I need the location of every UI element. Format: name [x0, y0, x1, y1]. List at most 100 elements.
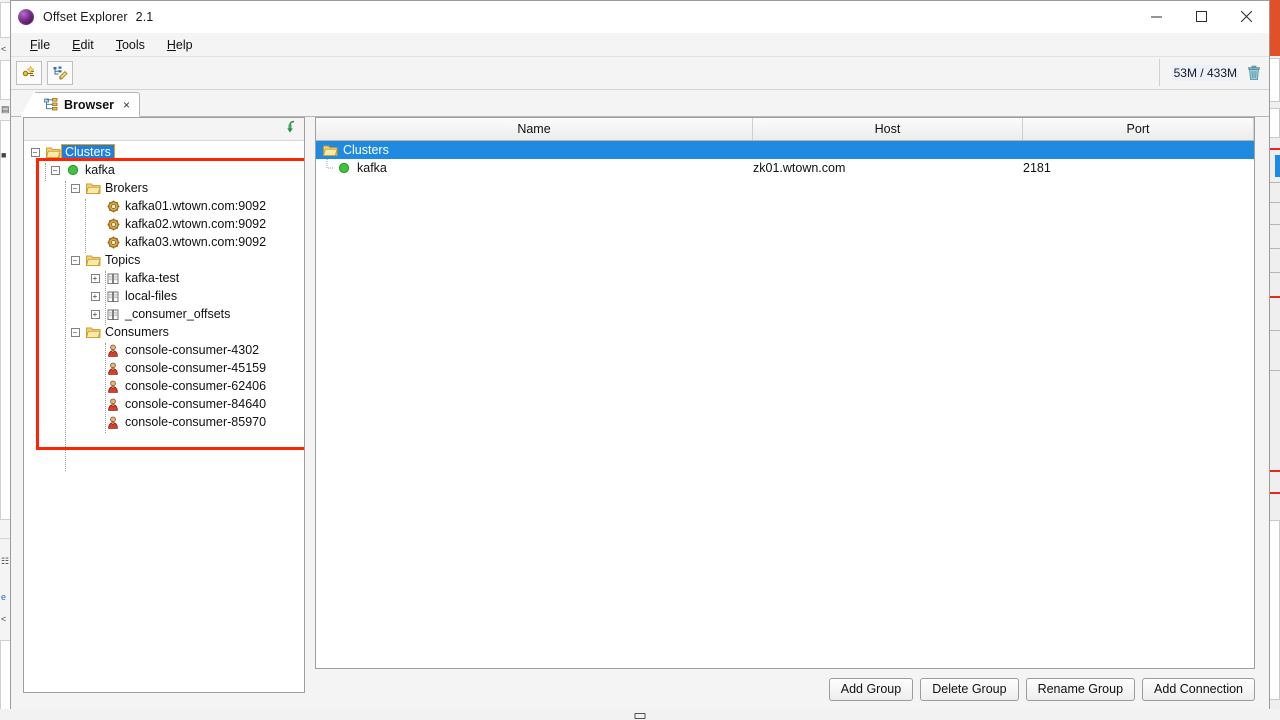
tab-strip: Browser × [11, 90, 1269, 117]
expander-brokers[interactable]: − [66, 179, 84, 197]
gear-icon [104, 218, 122, 231]
menu-item-file-label: ile [37, 37, 51, 52]
taskbar-window-button[interactable] [632, 710, 648, 720]
tree-item-topic-kafka-test[interactable]: + kafka-test [24, 269, 304, 287]
row-tree-connector [322, 159, 336, 177]
tree-leaf-connector [86, 395, 104, 413]
screen: < ▤ ■ ☷ e < Offset Explorer 2.1 File Edi… [0, 0, 1280, 720]
folder-open-icon [44, 146, 62, 159]
tab-close-icon[interactable]: × [123, 99, 130, 111]
expander-kafka[interactable]: − [46, 161, 64, 179]
tree-leaf-connector [86, 233, 104, 251]
title-bar: Offset Explorer 2.1 [11, 1, 1269, 33]
expander-topic-kafka-test[interactable]: + [86, 269, 104, 287]
tree-item-broker-1[interactable]: kafka01.wtown.com:9092 [24, 197, 304, 215]
tree-leaf-connector [86, 413, 104, 431]
expander-topics[interactable]: − [66, 251, 84, 269]
column-header-name[interactable]: Name [316, 118, 753, 140]
window-controls [1134, 1, 1269, 32]
tree-item-topic-local-files[interactable]: + local-files [24, 287, 304, 305]
green-circle-icon [336, 162, 352, 174]
tree-item-consumer-5[interactable]: console-consumer-85970 [24, 413, 304, 431]
expander-clusters[interactable]: − [26, 143, 44, 161]
consumer-person-icon [104, 380, 122, 393]
tree-item-consumer-3-label: console-consumer-62406 [125, 379, 267, 393]
tree-item-topic-consumer-offsets[interactable]: + _consumer_offsets [24, 305, 304, 323]
consumer-person-icon [104, 362, 122, 375]
collapse-all-green-arrow-icon[interactable] [285, 119, 301, 140]
rename-group-button[interactable]: Rename Group [1025, 677, 1136, 701]
tree-item-topic-kafka-test-label: kafka-test [125, 271, 180, 285]
consumer-person-icon [104, 344, 122, 357]
gear-icon [104, 236, 122, 249]
tree-item-consumers[interactable]: − Consumers [24, 323, 304, 341]
tree-leaf-connector [86, 359, 104, 377]
tab-browser[interactable]: Browser × [20, 91, 141, 117]
tree-item-broker-3[interactable]: kafka03.wtown.com:9092 [24, 233, 304, 251]
connection-plug-icon [22, 65, 35, 77]
edit-properties-toolbar-button[interactable] [47, 61, 73, 85]
tree-item-topic-consumer-offsets-label: _consumer_offsets [125, 307, 231, 321]
expander-consumers[interactable]: − [66, 323, 84, 341]
tree-item-clusters[interactable]: − Clusters [24, 143, 304, 161]
gear-icon [104, 200, 122, 213]
column-header-port[interactable]: Port [1023, 118, 1254, 140]
tree-item-consumer-2-label: console-consumer-45159 [125, 361, 267, 375]
folder-open-icon [322, 144, 338, 157]
table-header-row: Name Host Port [316, 118, 1254, 141]
table-cell-name: kafka [357, 161, 387, 175]
menu-item-file[interactable]: File [19, 36, 61, 54]
tree-item-topics[interactable]: − Topics [24, 251, 304, 269]
cluster-tree-panel: − Clusters − kafka − Brokers kafka01.wto… [23, 117, 305, 693]
tree-item-broker-2[interactable]: kafka02.wtown.com:9092 [24, 215, 304, 233]
tree-item-consumer-4-label: console-consumer-84640 [125, 397, 267, 411]
tree-item-consumer-3[interactable]: console-consumer-62406 [24, 377, 304, 395]
add-connection-toolbar-button[interactable] [16, 61, 42, 85]
tree-leaf-connector [86, 215, 104, 233]
tree-item-kafka-label: kafka [85, 163, 115, 177]
menu-item-edit-label: dit [80, 37, 94, 52]
application-window: Offset Explorer 2.1 File Edit Tools Help [10, 0, 1270, 710]
expander-topic-local-files[interactable]: + [86, 287, 104, 305]
tree-pencil-icon [53, 66, 68, 80]
column-header-host[interactable]: Host [753, 118, 1023, 140]
tree-item-brokers-label: Brokers [105, 181, 149, 195]
tree-item-consumer-2[interactable]: console-consumer-45159 [24, 359, 304, 377]
tree-item-kafka[interactable]: − kafka [24, 161, 304, 179]
add-group-button[interactable]: Add Group [828, 677, 914, 701]
maximize-button[interactable] [1179, 1, 1224, 32]
menu-item-help[interactable]: Help [156, 36, 204, 54]
panel-sash[interactable] [305, 117, 315, 709]
close-button[interactable] [1224, 1, 1269, 32]
table-cell-host: zk01.wtown.com [753, 161, 846, 175]
tree-item-broker-3-label: kafka03.wtown.com:9092 [125, 235, 267, 249]
expander-topic-consumer-offsets[interactable]: + [86, 305, 104, 323]
memory-indicator[interactable]: 53M / 433M [1158, 59, 1265, 86]
tree-item-broker-1-label: kafka01.wtown.com:9092 [125, 199, 267, 213]
tree-leaf-connector [86, 341, 104, 359]
table-row[interactable]: kafka zk01.wtown.com 2181 [316, 159, 1254, 177]
table-row[interactable]: Clusters [316, 141, 1254, 159]
toolbar: 53M / 433M [11, 57, 1269, 90]
tab-browser-label: Browser [64, 97, 115, 112]
tree-scroll-area[interactable]: − Clusters − kafka − Brokers kafka01.wto… [24, 141, 304, 692]
table-cell-port: 2181 [1023, 161, 1051, 175]
clusters-table-panel: Name Host Port Clusters kafka zk01.wtown… [315, 117, 1255, 669]
delete-group-button[interactable]: Delete Group [920, 677, 1019, 701]
menu-bar: File Edit Tools Help [11, 33, 1269, 57]
app-globe-icon [18, 8, 34, 25]
tree-item-consumer-4[interactable]: console-consumer-84640 [24, 395, 304, 413]
minimize-button[interactable] [1134, 1, 1179, 32]
book-icon [104, 290, 122, 303]
book-icon [104, 272, 122, 285]
table-body: Clusters kafka zk01.wtown.com 2181 [316, 141, 1254, 668]
menu-item-edit[interactable]: Edit [61, 36, 105, 54]
tree-leaf-connector [86, 377, 104, 395]
tree-item-consumers-label: Consumers [105, 325, 169, 339]
tree-item-consumer-1[interactable]: console-consumer-4302 [24, 341, 304, 359]
footer-button-bar: Add Group Delete Group Rename Group Add … [315, 669, 1269, 709]
menu-item-tools[interactable]: Tools [105, 36, 156, 54]
tree-item-brokers[interactable]: − Brokers [24, 179, 304, 197]
green-circle-icon [64, 164, 82, 176]
add-connection-button[interactable]: Add Connection [1142, 677, 1255, 701]
